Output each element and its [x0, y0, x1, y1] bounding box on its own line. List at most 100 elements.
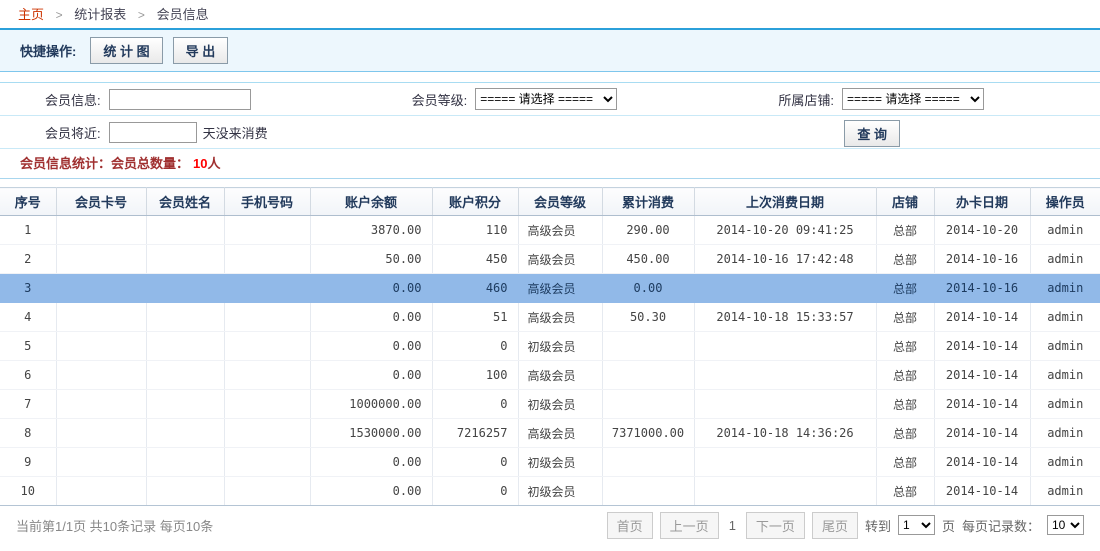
table-cell: [224, 419, 310, 448]
member-info-input[interactable]: [109, 89, 251, 110]
table-cell: [224, 216, 310, 245]
table-cell: 2014-10-20: [934, 216, 1030, 245]
table-cell: admin: [1030, 419, 1100, 448]
table-cell: [694, 448, 876, 477]
table-cell: 2014-10-14: [934, 361, 1030, 390]
table-cell: [56, 332, 146, 361]
table-cell: [224, 361, 310, 390]
table-cell: 2014-10-16: [934, 245, 1030, 274]
table-cell: 总部: [876, 477, 934, 506]
table-cell: [224, 390, 310, 419]
table-cell: 50.30: [602, 303, 694, 332]
table-cell: 1000000.00: [310, 390, 432, 419]
table-cell: 0: [432, 477, 518, 506]
store-select[interactable]: ===== 请选择 =====: [842, 88, 984, 110]
col-header-balance: 账户余额: [310, 188, 432, 216]
table-cell: 总部: [876, 448, 934, 477]
breadcrumb-section-link[interactable]: 统计报表: [74, 7, 126, 22]
table-body: 13870.00110高级会员290.002014-10-20 09:41:25…: [0, 216, 1100, 506]
col-header-points: 账户积分: [432, 188, 518, 216]
first-page-button[interactable]: 首页: [607, 512, 653, 539]
table-cell: 110: [432, 216, 518, 245]
table-cell: 0.00: [310, 361, 432, 390]
export-button[interactable]: 导 出: [173, 37, 229, 64]
breadcrumb-separator: >: [138, 8, 145, 22]
table-cell: [224, 245, 310, 274]
table-cell: [694, 361, 876, 390]
table-cell: 2014-10-20 09:41:25: [694, 216, 876, 245]
table-cell: 0.00: [310, 448, 432, 477]
table-cell: 2014-10-18 14:36:26: [694, 419, 876, 448]
days-suffix-label: 天没来消费: [203, 123, 268, 142]
table-cell: 高级会员: [518, 419, 602, 448]
table-cell: 总部: [876, 390, 934, 419]
goto-page-select[interactable]: 1: [898, 515, 935, 535]
table-row[interactable]: 30.00460高级会员0.00总部2014-10-16admin: [0, 274, 1100, 303]
table-cell: 总部: [876, 361, 934, 390]
table-cell: 1530000.00: [310, 419, 432, 448]
table-cell: [224, 477, 310, 506]
table-row[interactable]: 50.000初级会员总部2014-10-14admin: [0, 332, 1100, 361]
table-cell: 460: [432, 274, 518, 303]
table-cell: 51: [432, 303, 518, 332]
table-cell: [56, 390, 146, 419]
table-cell: 9: [0, 448, 56, 477]
table-cell: [56, 448, 146, 477]
table-cell: 高级会员: [518, 303, 602, 332]
current-page-number: 1: [726, 518, 739, 533]
table-row[interactable]: 100.000初级会员总部2014-10-14admin: [0, 477, 1100, 506]
table-cell: 总部: [876, 216, 934, 245]
table-cell: 2014-10-14: [934, 390, 1030, 419]
table-cell: 2014-10-14: [934, 448, 1030, 477]
prev-page-button[interactable]: 上一页: [660, 512, 719, 539]
col-header-member-name: 会员姓名: [146, 188, 224, 216]
member-info-filter: 会员信息:: [0, 89, 367, 110]
table-cell: 3870.00: [310, 216, 432, 245]
table-cell: 7: [0, 390, 56, 419]
days-input[interactable]: [109, 122, 197, 143]
table-cell: admin: [1030, 477, 1100, 506]
table-header-row: 序号 会员卡号 会员姓名 手机号码 账户余额 账户积分 会员等级 累计消费 上次…: [0, 188, 1100, 216]
table-row[interactable]: 71000000.000初级会员总部2014-10-14admin: [0, 390, 1100, 419]
table-cell: 2014-10-14: [934, 332, 1030, 361]
table-cell: 总部: [876, 274, 934, 303]
chart-button[interactable]: 统 计 图: [90, 37, 162, 64]
table-row[interactable]: 40.0051高级会员50.302014-10-18 15:33:57总部201…: [0, 303, 1100, 332]
col-header-store: 店铺: [876, 188, 934, 216]
table-cell: 总部: [876, 303, 934, 332]
table-cell: 0: [432, 390, 518, 419]
table-cell: [146, 303, 224, 332]
query-button[interactable]: 查 询: [844, 120, 900, 147]
per-page-select[interactable]: 10: [1047, 515, 1084, 535]
next-page-button[interactable]: 下一页: [746, 512, 805, 539]
member-level-select[interactable]: ===== 请选择 =====: [475, 88, 617, 110]
table-row[interactable]: 90.000初级会员总部2014-10-14admin: [0, 448, 1100, 477]
table-cell: 2014-10-14: [934, 303, 1030, 332]
filter-panel: 会员信息: 会员等级: ===== 请选择 ===== 所属店铺: ===== …: [0, 82, 1100, 149]
table-cell: 高级会员: [518, 245, 602, 274]
table-cell: 7216257: [432, 419, 518, 448]
last-page-button[interactable]: 尾页: [812, 512, 858, 539]
table-cell: [146, 274, 224, 303]
col-header-phone: 手机号码: [224, 188, 310, 216]
table-row[interactable]: 81530000.007216257高级会员7371000.002014-10-…: [0, 419, 1100, 448]
table-cell: 0: [432, 332, 518, 361]
table-row[interactable]: 60.00100高级会员总部2014-10-14admin: [0, 361, 1100, 390]
breadcrumb-home-link[interactable]: 主页: [18, 7, 44, 22]
pagination-bar: 当前第1/1页 共10条记录 每页10条 首页 上一页 1 下一页 尾页 转到 …: [0, 506, 1100, 544]
col-header-index: 序号: [0, 188, 56, 216]
table-cell: [56, 216, 146, 245]
table-cell: 高级会员: [518, 216, 602, 245]
breadcrumb-separator: >: [56, 8, 63, 22]
member-level-filter: 会员等级: ===== 请选择 =====: [367, 88, 734, 110]
days-filter: 会员将近: 天没来消费: [0, 122, 268, 143]
table-cell: 3: [0, 274, 56, 303]
table-cell: 高级会员: [518, 274, 602, 303]
table-row[interactable]: 13870.00110高级会员290.002014-10-20 09:41:25…: [0, 216, 1100, 245]
table-row[interactable]: 250.00450高级会员450.002014-10-16 17:42:48总部…: [0, 245, 1100, 274]
pagination-summary: 当前第1/1页 共10条记录 每页10条: [16, 516, 213, 535]
table-cell: [694, 332, 876, 361]
store-filter: 所属店铺: ===== 请选择 =====: [733, 88, 1100, 110]
table-cell: 450.00: [602, 245, 694, 274]
table-cell: [602, 448, 694, 477]
